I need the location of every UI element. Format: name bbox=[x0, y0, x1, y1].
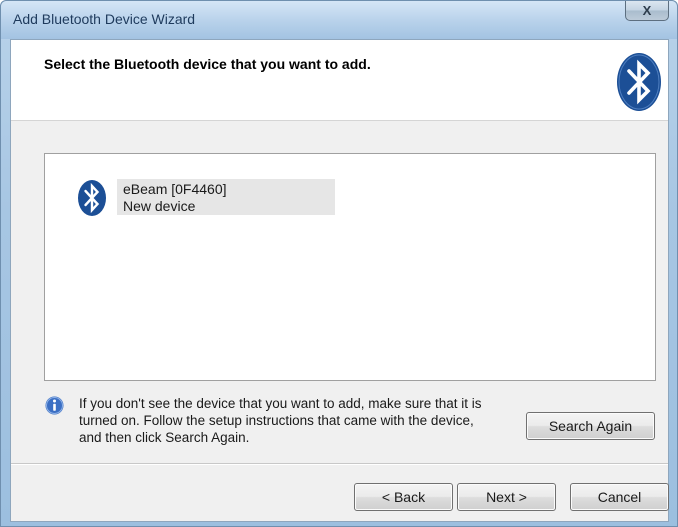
bluetooth-icon bbox=[617, 53, 661, 111]
page-title: Select the Bluetooth device that you wan… bbox=[44, 56, 371, 72]
info-message: If you don't see the device that you wan… bbox=[79, 395, 519, 446]
info-icon bbox=[45, 396, 64, 415]
device-name: eBeam [0F4460] bbox=[123, 181, 227, 197]
wizard-header: Select the Bluetooth device that you wan… bbox=[11, 40, 668, 121]
window-title: Add Bluetooth Device Wizard bbox=[13, 11, 196, 27]
title-bar[interactable]: Add Bluetooth Device Wizard X bbox=[1, 1, 677, 39]
list-item[interactable]: eBeam [0F4460] New device bbox=[77, 179, 335, 219]
footer-divider bbox=[11, 463, 668, 465]
info-line: If you don't see the device that you wan… bbox=[79, 396, 482, 411]
bluetooth-icon bbox=[78, 180, 106, 216]
info-line: and then click Search Again. bbox=[79, 430, 250, 445]
info-line: turned on. Follow the setup instructions… bbox=[79, 413, 474, 428]
device-status: New device bbox=[123, 198, 196, 214]
cancel-button[interactable]: Cancel bbox=[570, 483, 669, 511]
close-icon: X bbox=[642, 3, 652, 18]
wizard-window: Add Bluetooth Device Wizard X Select the… bbox=[0, 0, 678, 527]
close-button[interactable]: X bbox=[625, 1, 669, 21]
device-list[interactable]: eBeam [0F4460] New device bbox=[44, 153, 656, 381]
search-again-button[interactable]: Search Again bbox=[526, 412, 655, 440]
wizard-body: Select the Bluetooth device that you wan… bbox=[10, 39, 669, 522]
back-button[interactable]: < Back bbox=[354, 483, 453, 511]
next-button[interactable]: Next > bbox=[457, 483, 556, 511]
